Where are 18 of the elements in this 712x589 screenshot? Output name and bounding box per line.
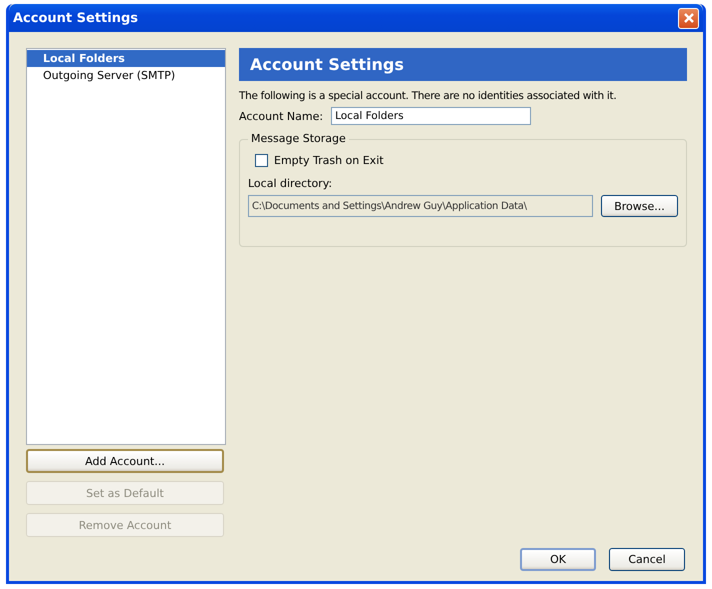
account-name-field[interactable]: Local Folders <box>331 107 532 125</box>
browse-button[interactable]: Browse... <box>601 195 678 217</box>
description-text: The following is a special account. There are no identities associated with it. <box>239 90 618 102</box>
local-directory-field[interactable]: C:\Documents and Settings\Andrew Guy\Application Data\ <box>248 195 593 217</box>
window-title: Account Settings <box>13 10 138 26</box>
empty-trash-label: Empty Trash on Exit <box>274 154 384 167</box>
account-name-label: Account Name: <box>239 110 324 122</box>
panel-heading: Account Settings <box>239 48 687 81</box>
account-item[interactable]: Outgoing Server (SMTP) <box>27 67 225 84</box>
dialog-button[interactable]: Cancel <box>609 548 685 571</box>
group-legend: Message Storage <box>248 132 349 145</box>
empty-trash-checkbox[interactable] <box>255 154 268 167</box>
close-icon <box>682 12 694 24</box>
dialog-button[interactable]: OK <box>520 548 596 571</box>
account-item[interactable]: Local Folders <box>27 50 225 67</box>
local-directory-label: Local directory: <box>248 177 334 190</box>
close-button[interactable] <box>678 8 699 28</box>
account-button[interactable]: Add Account... <box>26 449 224 473</box>
